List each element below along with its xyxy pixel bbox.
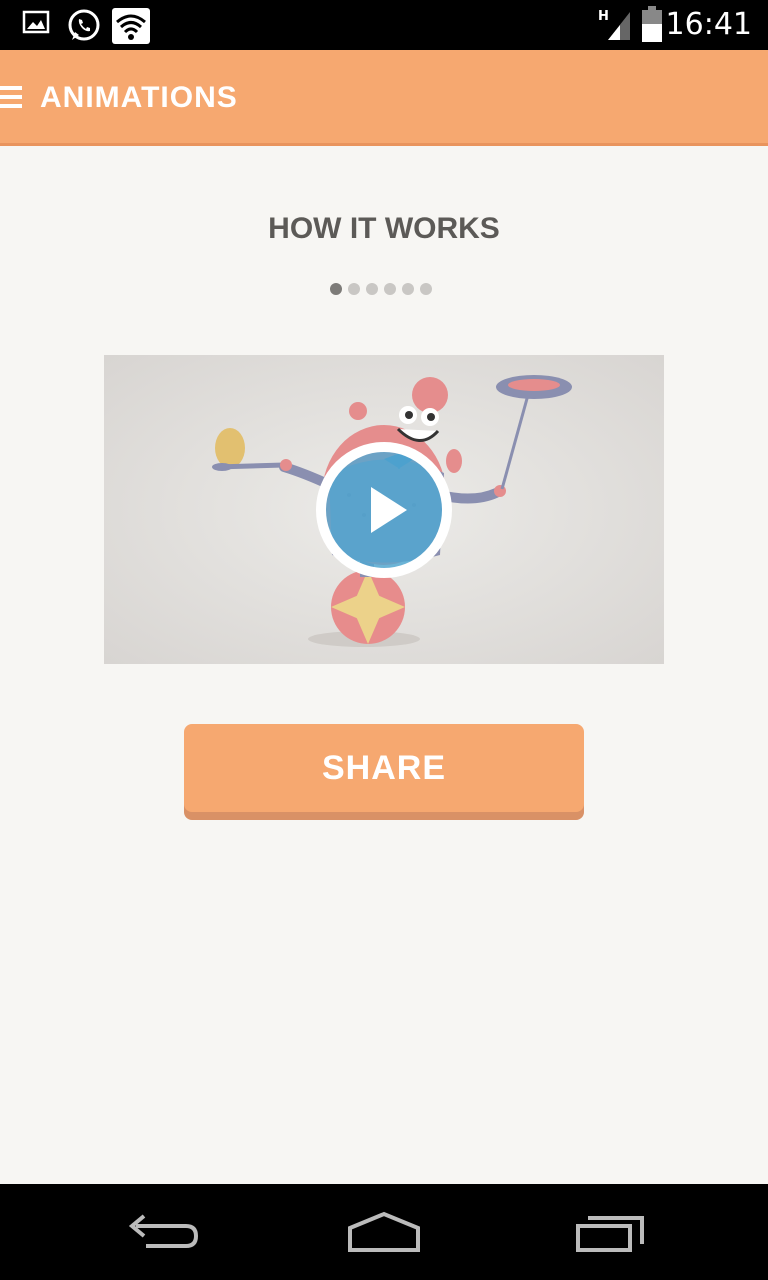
battery-icon — [642, 6, 662, 42]
page-dot-4[interactable] — [384, 283, 396, 295]
play-icon — [316, 442, 452, 578]
network-type-label: H — [598, 9, 609, 24]
app-title[interactable]: ANIMATIONS — [40, 78, 238, 118]
section-title: HOW IT WORKS — [268, 212, 500, 245]
whatsapp-icon — [68, 9, 100, 41]
page-dot-6[interactable] — [420, 283, 432, 295]
video-thumbnail[interactable] — [104, 355, 664, 664]
gallery-icon — [22, 10, 50, 34]
hamburger-menu-icon[interactable] — [0, 86, 22, 108]
play-button[interactable] — [315, 441, 453, 579]
page-dot-2[interactable] — [348, 283, 360, 295]
navigation-bar — [0, 1184, 768, 1280]
wifi-icon — [112, 8, 150, 44]
page-dot-3[interactable] — [366, 283, 378, 295]
page-dot-1[interactable] — [330, 283, 342, 295]
clock: 16:41 — [665, 7, 752, 42]
app-bar: ANIMATIONS — [0, 50, 768, 146]
status-bar: H 16:41 — [0, 0, 768, 50]
share-button[interactable]: SHARE — [184, 724, 584, 812]
pagination-dots — [330, 283, 432, 295]
back-icon[interactable] — [116, 1206, 206, 1258]
recents-icon[interactable] — [566, 1206, 656, 1258]
signal-icon: H — [598, 9, 630, 40]
page-dot-5[interactable] — [402, 283, 414, 295]
home-icon[interactable] — [338, 1206, 428, 1258]
